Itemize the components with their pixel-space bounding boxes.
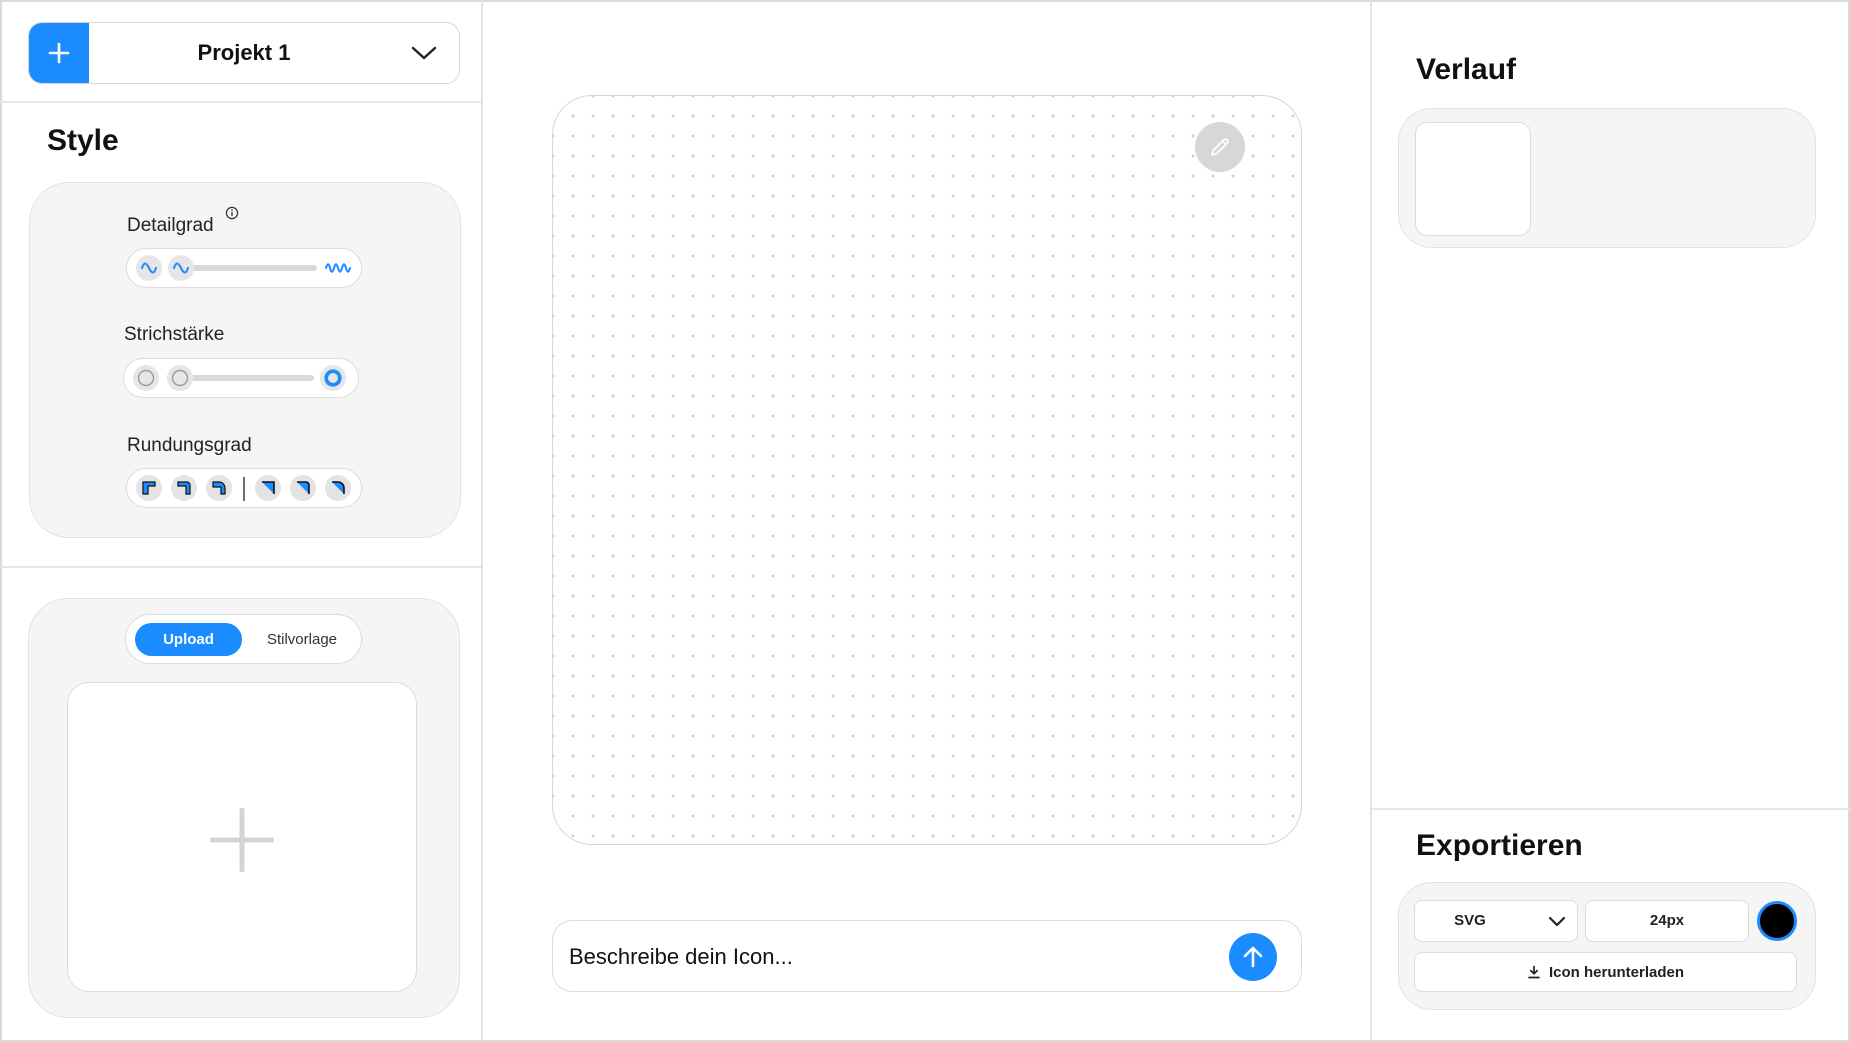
export-title: Exportieren [1416,829,1583,862]
stroke-label: Strichstärke [124,324,225,345]
history-title: Verlauf [1416,53,1517,86]
divider [0,566,481,568]
color-picker[interactable] [1757,901,1797,941]
history-card [1398,108,1816,248]
icon-canvas[interactable] [552,95,1302,845]
format-value: SVG [1454,912,1486,929]
stroke-slider[interactable] [123,358,359,398]
format-select[interactable]: SVG [1414,900,1578,942]
export-card: SVG 24px Icon herunterladen [1398,882,1816,1010]
rounding-option-5[interactable] [290,475,316,501]
project-selector[interactable]: Projekt 1 [28,22,460,84]
rounding-option-4[interactable] [255,475,281,501]
detail-track[interactable] [175,265,317,271]
rounding-separator [243,477,245,501]
stroke-max-icon[interactable] [320,365,346,391]
main-panel [483,0,1371,1042]
tab-stilvorlage[interactable]: Stilvorlage [250,623,354,656]
rounding-option-1[interactable] [136,475,162,501]
arrow-up-icon [1243,946,1263,968]
pencil-icon [1211,138,1229,156]
chevron-down-icon[interactable] [411,41,437,65]
detail-slider[interactable] [126,248,362,288]
add-project-button[interactable] [29,23,89,83]
left-panel: Projekt 1 Style Detailgrad Strichstärke [0,0,483,1042]
prompt-input[interactable] [569,937,1209,977]
tab-upload[interactable]: Upload [135,623,242,656]
rounding-option-6[interactable] [325,475,351,501]
divider [1372,808,1850,810]
size-field[interactable]: 24px [1585,900,1749,942]
plus-icon [48,42,70,64]
reference-tabs: Upload Stilvorlage [125,614,362,664]
plus-icon [210,808,274,872]
edit-button[interactable] [1195,122,1245,172]
detail-min-icon[interactable] [136,255,162,281]
download-icon [1528,965,1540,979]
detail-max-icon[interactable] [325,255,351,281]
style-card: Detailgrad Strichstärke Rundungsgrad [29,182,461,538]
rounding-option-3[interactable] [206,475,232,501]
stroke-min-icon[interactable] [133,365,159,391]
upload-drop-zone[interactable] [67,682,417,992]
divider [0,101,481,103]
right-panel: Verlauf Exportieren SVG 24px Icon herunt… [1370,0,1850,1042]
send-button[interactable] [1229,933,1277,981]
stroke-track[interactable] [172,375,314,381]
stroke-slider-handle[interactable] [167,365,193,391]
rounding-option-2[interactable] [171,475,197,501]
detail-slider-handle[interactable] [168,255,194,281]
chevron-down-icon [1548,916,1566,927]
rounding-label: Rundungsgrad [127,435,252,456]
info-icon[interactable] [225,206,239,220]
project-name[interactable]: Projekt 1 [89,23,399,83]
prompt-bar [552,920,1302,992]
download-button[interactable]: Icon herunterladen [1414,952,1797,992]
rounding-selector[interactable] [126,468,362,508]
style-title: Style [47,124,119,157]
history-item[interactable] [1415,122,1531,236]
detail-label: Detailgrad [127,215,214,236]
download-label: Icon herunterladen [1548,963,1685,981]
